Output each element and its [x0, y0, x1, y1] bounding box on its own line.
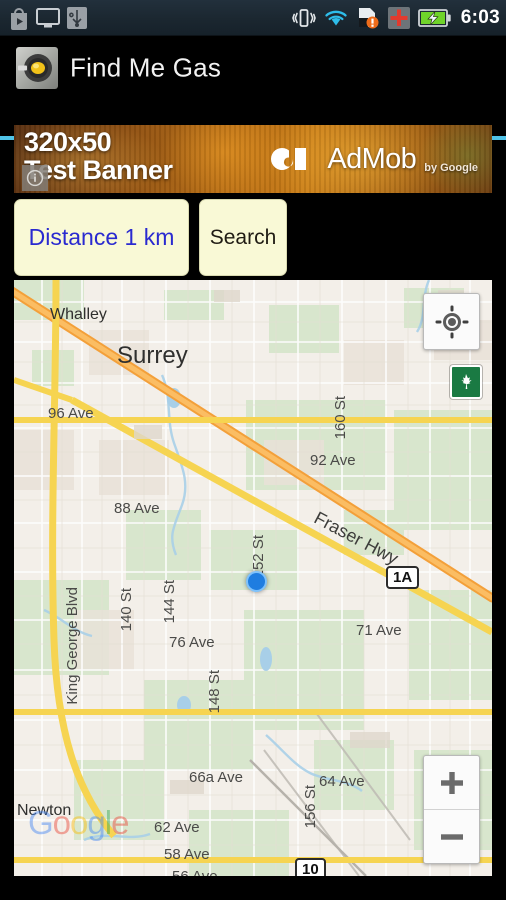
admob-wordmark: AdMob — [327, 142, 417, 175]
status-bar-clock: 6:03 — [460, 7, 500, 28]
plus-icon — [440, 771, 463, 794]
status-bar-left-icons — [8, 0, 88, 36]
admob-banner[interactable]: 320x50 Test Banner AdMob by Google — [14, 125, 492, 193]
vibrate-icon — [291, 9, 316, 27]
play-store-icon — [11, 8, 27, 30]
highway-shield-10: 10 — [295, 858, 326, 876]
gas-cap-icon — [16, 47, 58, 89]
attribution-letter: o — [70, 804, 88, 841]
admob-logo-icon — [271, 147, 307, 170]
sd-card-warning-icon — [358, 8, 379, 29]
user-location-dot — [246, 571, 267, 592]
map-view[interactable]: Whalley Surrey Newton 96 Ave 92 Ave 88 A… — [14, 280, 492, 876]
zoom-out-button[interactable] — [424, 810, 479, 863]
admob-brand: AdMob by Google — [271, 138, 478, 180]
highway-shield-label: 10 — [302, 861, 319, 876]
zoom-in-button[interactable] — [424, 756, 479, 810]
screen-cast-icon — [36, 8, 60, 28]
search-button[interactable]: Search — [199, 199, 287, 276]
android-screen: 6:03 Find Me Gas 320x50 Test Banner AdMo… — [0, 0, 506, 900]
highway-shield-trans-canada — [450, 365, 482, 399]
emergency-cross-icon — [387, 7, 410, 29]
attribution-letter: g — [87, 804, 105, 841]
distance-button[interactable]: Distance 1 km — [14, 199, 189, 276]
my-location-icon — [435, 305, 468, 338]
my-location-button[interactable] — [423, 293, 480, 350]
status-bar: 6:03 — [0, 0, 506, 36]
toolbar: Distance 1 km Search — [14, 199, 287, 276]
usb-icon — [67, 7, 87, 29]
zoom-controls — [423, 755, 480, 864]
status-bar-right-icons: 6:03 — [291, 0, 500, 36]
highway-shield-label: 1A — [393, 569, 413, 586]
admob-by-google: by Google — [424, 162, 478, 174]
highway-shield-1a: 1A — [386, 566, 420, 589]
page-title: Find Me Gas — [70, 52, 222, 83]
attribution-letter: o — [52, 804, 71, 841]
attribution-letter: G — [28, 804, 54, 841]
battery-charging-icon — [417, 9, 451, 27]
wifi-icon — [325, 10, 347, 26]
distance-button-label: Distance 1 km — [28, 224, 175, 250]
minus-icon — [440, 833, 463, 840]
ad-line-1: 320x50 — [24, 127, 112, 157]
attribution-letter: e — [111, 804, 129, 841]
google-attribution: Google — [28, 804, 129, 842]
app-title-bar: Find Me Gas — [0, 36, 506, 140]
info-icon — [26, 169, 44, 187]
search-button-label: Search — [209, 225, 277, 249]
ad-info-badge[interactable] — [22, 165, 48, 191]
